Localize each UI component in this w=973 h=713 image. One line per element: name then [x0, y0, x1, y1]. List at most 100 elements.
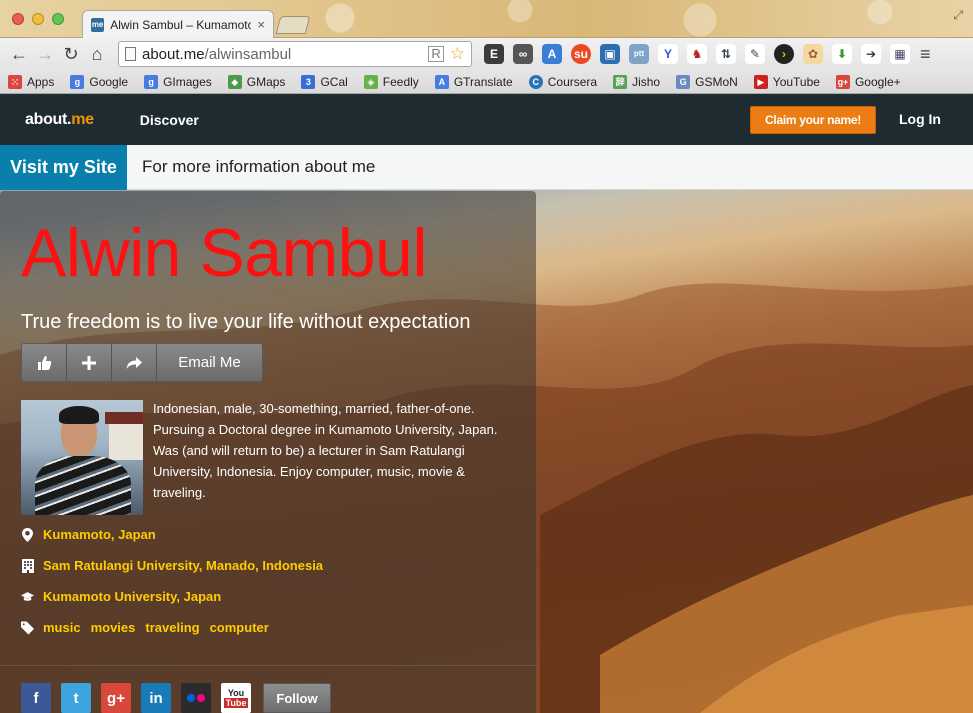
download-extension-icon[interactable]: ⬇: [832, 44, 852, 64]
visit-my-site-button[interactable]: Visit my Site: [0, 144, 127, 190]
compliment-button[interactable]: [22, 344, 67, 381]
work-link[interactable]: Sam Ratulangi University, Manado, Indone…: [43, 558, 323, 573]
minimize-window-button[interactable]: [32, 13, 44, 25]
browser-toolbar: ← → ↻ ⌂ about.me/alwinsambul R ☆ E ∞ A s…: [0, 38, 973, 70]
tag-icon: [21, 621, 34, 635]
address-bar[interactable]: about.me/alwinsambul R ☆: [118, 41, 472, 67]
page-content: about.me Discover Claim your name! Log I…: [0, 95, 973, 713]
bookmark-gmaps[interactable]: ◆ GMaps: [227, 74, 285, 89]
bookmark-youtube[interactable]: ▶ YouTube: [753, 74, 820, 89]
bookmark-google[interactable]: g Google: [70, 74, 128, 89]
sort-extension-icon[interactable]: ⇅: [716, 44, 736, 64]
visit-site-description[interactable]: For more information about me: [142, 157, 375, 177]
flickr-icon[interactable]: [181, 683, 211, 713]
bookmark-apps[interactable]: ⁙ Apps: [8, 74, 54, 89]
discover-link[interactable]: Discover: [140, 112, 199, 128]
sofa-extension-icon[interactable]: ♞: [687, 44, 707, 64]
plus-icon: [82, 355, 96, 370]
tag-traveling[interactable]: traveling: [145, 620, 199, 635]
link-extension-icon[interactable]: ∞: [513, 44, 533, 64]
honey-extension-icon[interactable]: ✿: [803, 44, 823, 64]
thumbs-up-icon: [38, 355, 52, 370]
y-extension-icon[interactable]: Y: [658, 44, 678, 64]
window-titlebar: me Alwin Sambul – Kumamoto × ⤢: [0, 0, 973, 38]
bookmark-feedly[interactable]: ◈ Feedly: [363, 74, 419, 89]
email-me-button[interactable]: Email Me: [157, 344, 262, 381]
tab-close-icon[interactable]: ×: [257, 17, 265, 32]
fullscreen-icon[interactable]: ⤢: [953, 8, 963, 23]
google-plus-profile-icon[interactable]: g+: [101, 683, 131, 713]
add-button[interactable]: [67, 344, 112, 381]
pen-extension-icon[interactable]: ✎: [745, 44, 765, 64]
url-text[interactable]: about.me/alwinsambul: [142, 46, 422, 63]
browser-menu-icon[interactable]: ≡: [920, 44, 931, 65]
twitter-icon[interactable]: t: [61, 683, 91, 713]
education-row: Kumamoto University, Japan: [21, 589, 221, 604]
profile-headline: True freedom is to live your life withou…: [21, 311, 471, 333]
bookmark-gtranslate[interactable]: A GTranslate: [434, 74, 513, 89]
forward-button[interactable]: →: [32, 44, 58, 65]
share-button[interactable]: [112, 344, 157, 381]
evernote-extension-icon[interactable]: E: [484, 44, 504, 64]
screenshot-extension-icon[interactable]: ▣: [600, 44, 620, 64]
gsmon-icon: G: [676, 74, 691, 89]
tag-movies[interactable]: movies: [91, 620, 136, 635]
feedly-icon: ◈: [363, 74, 378, 89]
zoom-window-button[interactable]: [52, 13, 64, 25]
location-link[interactable]: Kumamoto, Japan: [43, 527, 156, 542]
bookmarks-bar: ⁙ Apps g Google g GImages ◆ GMaps 3 GCal…: [0, 70, 973, 94]
tag-list: music movies traveling computer: [43, 620, 269, 635]
home-button[interactable]: ⌂: [84, 44, 110, 65]
login-link[interactable]: Log In: [899, 111, 941, 127]
education-link[interactable]: Kumamoto University, Japan: [43, 589, 221, 604]
tag-music[interactable]: music: [43, 620, 81, 635]
site-header: about.me Discover Claim your name! Log I…: [0, 95, 973, 145]
bookmark-coursera[interactable]: C Coursera: [528, 74, 597, 89]
google-icon: g: [70, 74, 85, 89]
ptt-extension-icon[interactable]: ptt: [629, 44, 649, 64]
profile-name: Alwin Sambul: [21, 215, 427, 291]
bookmark-star-icon[interactable]: ☆: [450, 44, 465, 64]
location-row: Kumamoto, Japan: [21, 527, 156, 542]
profile-bio: Indonesian, male, 30-something, married,…: [153, 401, 498, 500]
tag-computer[interactable]: computer: [210, 620, 269, 635]
reload-button[interactable]: ↻: [58, 44, 84, 65]
new-tab-button[interactable]: [275, 16, 311, 34]
bookmark-gcal[interactable]: 3 GCal: [301, 74, 348, 89]
close-window-button[interactable]: [12, 13, 24, 25]
graduation-cap-icon: [21, 590, 34, 604]
share-arrow-icon: [126, 356, 142, 369]
tags-row: music movies traveling computer: [21, 620, 269, 635]
bookmark-gimages[interactable]: g GImages: [144, 74, 212, 89]
bookmark-google-plus[interactable]: g+ Google+: [835, 74, 901, 89]
page-icon: [125, 47, 136, 61]
avatar: [21, 400, 143, 515]
divider: [0, 665, 536, 666]
claim-your-name-button[interactable]: Claim your name!: [750, 106, 876, 134]
bookmark-gsmon[interactable]: G GSMoN: [676, 74, 738, 89]
about-me-logo[interactable]: about.me: [25, 111, 94, 129]
stumbleupon-extension-icon[interactable]: su: [571, 44, 591, 64]
browser-tab-active[interactable]: me Alwin Sambul – Kumamoto ×: [82, 10, 274, 38]
window-extension-icon[interactable]: ▦: [890, 44, 910, 64]
social-links: f t g+ in You Tube Follow: [21, 683, 331, 713]
back-button[interactable]: ←: [6, 44, 32, 65]
follow-button[interactable]: Follow: [263, 683, 331, 713]
readability-icon[interactable]: R: [428, 46, 444, 62]
device-extension-icon[interactable]: ➔: [861, 44, 881, 64]
tab-title: Alwin Sambul – Kumamoto: [110, 17, 252, 32]
translate-extension-icon[interactable]: A: [542, 44, 562, 64]
youtube-icon: ▶: [753, 74, 768, 89]
google-images-icon: g: [144, 74, 159, 89]
google-maps-icon: ◆: [227, 74, 242, 89]
about-me-favicon-icon: me: [91, 17, 105, 32]
google-calendar-icon: 3: [301, 74, 316, 89]
work-row: Sam Ratulangi University, Manado, Indone…: [21, 558, 323, 573]
apps-grid-icon: ⁙: [8, 74, 22, 89]
linkedin-icon[interactable]: in: [141, 683, 171, 713]
facebook-icon[interactable]: f: [21, 683, 51, 713]
plex-extension-icon[interactable]: ›: [774, 44, 794, 64]
youtube-profile-icon[interactable]: You Tube: [221, 683, 251, 713]
jisho-icon: 辞: [613, 74, 628, 89]
bookmark-jisho[interactable]: 辞 Jisho: [613, 74, 660, 89]
